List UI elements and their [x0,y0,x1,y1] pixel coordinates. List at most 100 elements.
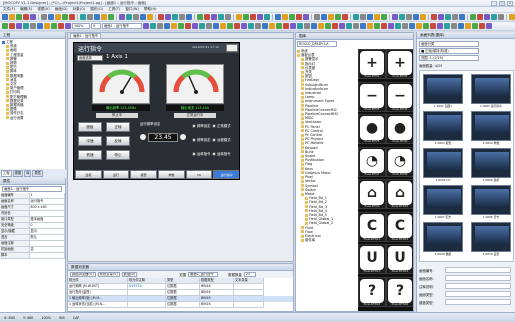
table-row[interactable]: 1 运转状态(当前) [M.N... 位数据 BIN16 [68,302,293,308]
toolbar-icon-button[interactable] [484,14,490,20]
toolbar-icon-button[interactable] [133,14,139,20]
screen-thumbnail[interactable]: 1-0004 参数 [471,111,511,145]
screen-thumbnail[interactable]: 1-0001 画面1 [423,74,463,108]
toolbar-icon-button[interactable] [360,14,366,20]
screen-info-value[interactable] [445,267,511,273]
library-combo[interactable]: ROCLO_DPADY1-A [297,41,337,47]
range-combo[interactable]: 范围: 1-(1/29) [419,55,479,61]
toolbar-icon-button[interactable] [451,23,457,29]
left-panel-tab[interactable]: 视图 [12,170,24,177]
toolbar-icon-button[interactable] [509,14,515,20]
toolbar-icon-button[interactable] [150,23,156,29]
menu-item-1[interactable]: 编辑(E) [20,7,32,12]
toolbar-icon-button[interactable] [2,14,8,20]
properties-object-combo[interactable]: 画面1 : 运行指令 [2,186,62,192]
toolbar-icon-button[interactable] [303,14,309,20]
toolbar-icon-button[interactable] [87,14,93,20]
toolbar-icon-button[interactable] [318,23,324,29]
hmi-tab[interactable]: 运行指令 [213,170,239,179]
toolbar-icon-button[interactable] [220,23,226,29]
toolbar-icon-button[interactable] [94,14,100,20]
library-item[interactable]: + Pixel-BTN1 [358,49,386,79]
toolbar-icon-button[interactable] [199,23,205,29]
hmi-command-button[interactable]: 反转 [106,136,130,146]
toolbar-icon-button[interactable] [211,14,217,20]
toolbar-icon-button[interactable] [172,14,178,20]
toolbar-icon-button[interactable] [431,14,437,20]
toolbar-icon-button[interactable] [290,23,296,29]
toolbar-icon-button[interactable] [23,23,29,29]
menu-item-0[interactable]: 文件(F) [3,7,15,12]
toolbar-icon-button[interactable] [342,14,348,20]
toolbar-icon-button[interactable] [332,23,338,29]
toolbar-icon-button[interactable] [325,23,331,29]
toolbar-icon-button[interactable] [186,14,192,20]
toolbar-icon-button[interactable] [164,23,170,29]
left-panel-tab[interactable]: 库 [24,170,32,177]
toolbar-icon-button[interactable] [269,23,275,29]
toolbar-icon-button[interactable] [423,23,429,29]
toolbar-icon-button[interactable] [283,23,289,29]
toolbar-icon-button[interactable] [80,14,86,20]
toolbar-icon-button[interactable] [416,23,422,29]
frequency-set-value[interactable]: 23.45 [148,133,178,142]
toolbar-icon-button[interactable] [69,14,75,20]
toolbar-icon-button[interactable] [367,23,373,29]
toolbar-icon-button[interactable] [465,23,471,29]
library-item[interactable]: ◔ Pixel-BTN8 [386,146,413,177]
hmi-command-button[interactable]: 停止 [106,150,130,160]
toolbar-icon-button[interactable] [262,23,268,29]
screen-info-value[interactable] [445,275,511,281]
screen-thumbnail[interactable]: 1-0010 设置 [471,222,511,256]
toolbar-icon-button[interactable] [143,23,149,29]
screen-thumbnail[interactable]: 1-0007 配方 [423,185,463,219]
toolbar-icon-button[interactable] [197,14,203,20]
toolbar-icon-button[interactable] [381,14,387,20]
library-item[interactable]: + Pixel-BTN2 [386,49,413,79]
data-browser-tab[interactable]: 数据(D) [121,272,138,277]
screen-info-value[interactable] [445,291,511,297]
toolbar-icon-button[interactable] [9,14,15,20]
toolbar-icon-button[interactable] [459,14,465,20]
library-item[interactable]: U Pixel-BTN14 [386,244,413,274]
toolbar-icon-button[interactable] [241,23,247,29]
maximize-button[interactable]: □ [499,1,505,6]
toolbar-icon-button[interactable] [179,14,185,20]
toolbar-icon-button[interactable] [204,14,210,20]
toolbar-icon-button[interactable] [276,23,282,29]
toolbar-icon-button[interactable] [255,23,261,29]
library-folder[interactable]: 组件库 [297,238,357,242]
library-item[interactable]: − Pixel-BTN4 [386,81,413,112]
toolbar-icon-button[interactable] [486,23,492,29]
toolbar-icon-button[interactable] [9,23,15,29]
screen-thumbnail[interactable]: 1-0005 I/O [423,148,463,182]
toolbar-icon-button[interactable] [16,14,22,20]
library-item[interactable]: U Pixel-BTN13 [358,244,386,274]
toolbar-icon-button[interactable] [185,23,191,29]
toolbar-icon-button[interactable] [101,14,107,20]
toolbar-icon-button[interactable] [445,14,451,20]
library-item[interactable]: ⌂ Pixel-BTN9 [358,179,386,209]
library-item[interactable]: ◔ Pixel-BTN7 [358,146,386,177]
screen-thumbnail[interactable]: 1-0006 趋势 [471,148,511,182]
menu-item-2[interactable]: 视图(V) [37,7,49,12]
toolbar-icon-button[interactable] [477,14,483,20]
toolbar-icon-button[interactable] [444,23,450,29]
toolbar-icon-button[interactable] [227,23,233,29]
decrement-button[interactable] [140,134,146,140]
hmi-radio-option[interactable]: 运转指令 [212,151,231,156]
hmi-tab[interactable]: 监视 [75,170,102,179]
library-item[interactable]: ● Pixel-BTN6 [386,114,413,144]
toolbar-icon-button[interactable] [165,14,171,20]
toolbar-icon-button[interactable] [470,14,476,20]
hmi-radio-option[interactable]: 频率设定 [192,123,211,128]
toolbar-icon-button[interactable] [406,14,412,20]
property-value[interactable] [29,253,65,259]
toolbar-icon-button[interactable] [206,23,212,29]
toolbar-icon-button[interactable] [62,14,68,20]
filter-combo[interactable]: ■ 正面/保持(标准) [419,48,479,54]
toolbar-icon-button[interactable] [381,23,387,29]
toolbar-icon-button[interactable] [41,14,47,20]
toolbar-icon-button[interactable] [297,23,303,29]
toolbar-icon-button[interactable] [248,23,254,29]
